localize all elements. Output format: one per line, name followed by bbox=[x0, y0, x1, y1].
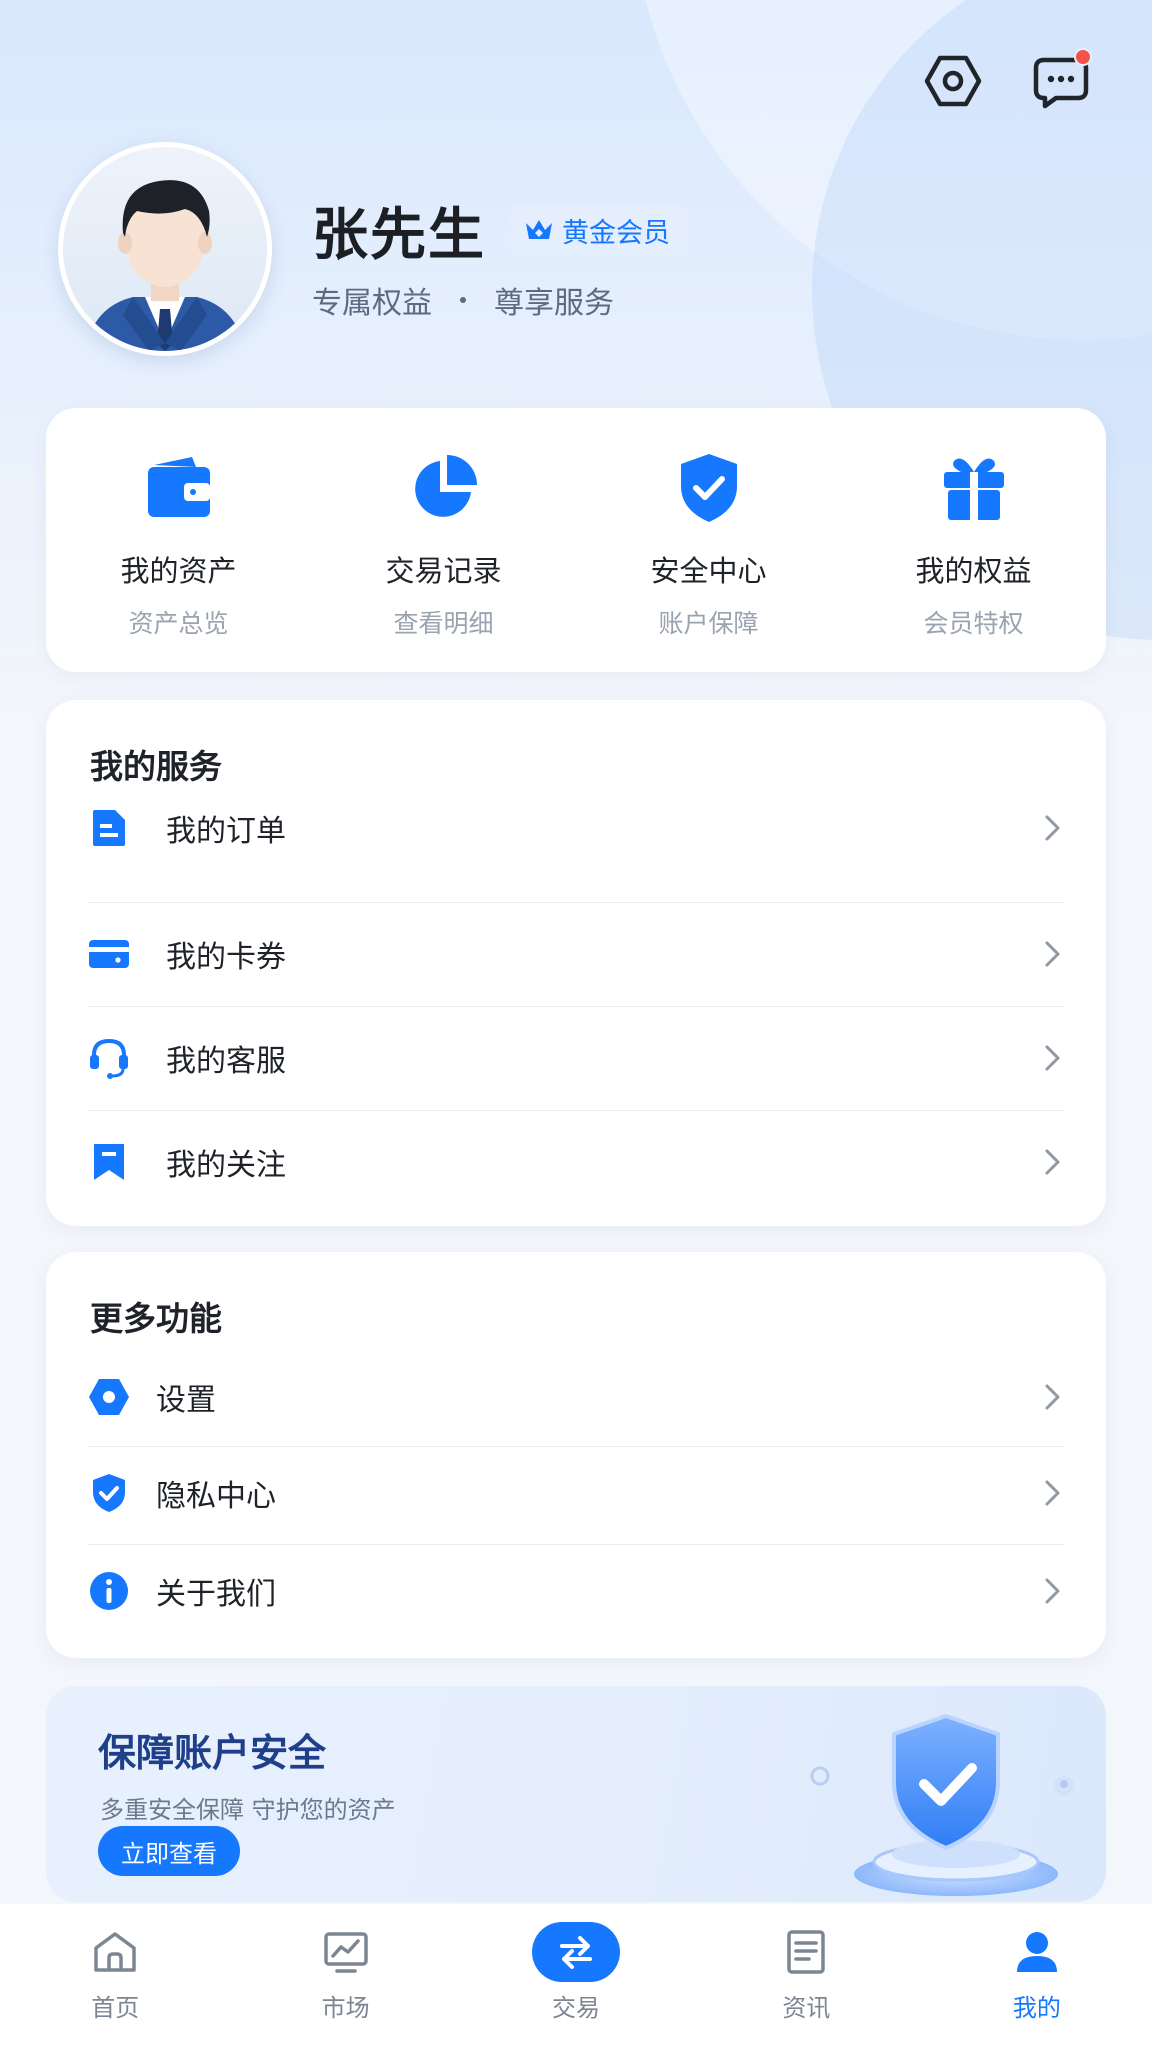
settings-hexagon-icon bbox=[924, 55, 982, 107]
nav-trade[interactable]: 交易 bbox=[461, 1904, 691, 2048]
separator-dot bbox=[460, 297, 466, 303]
quick-action-sub: 查看明细 bbox=[393, 609, 494, 638]
settings-button[interactable] bbox=[922, 50, 984, 112]
list-item-label: 我的订单 bbox=[166, 814, 286, 849]
list-item-orders[interactable]: 我的订单 bbox=[88, 792, 1064, 864]
list-item-label: 我的关注 bbox=[166, 1148, 286, 1183]
quick-action-security[interactable]: 安全中心 账户保障 bbox=[576, 408, 841, 672]
quick-action-label: 我的权益 bbox=[915, 554, 1032, 588]
crown-icon bbox=[526, 220, 552, 239]
card-icon bbox=[89, 940, 129, 968]
notification-dot bbox=[1074, 48, 1092, 66]
swap-icon bbox=[560, 1936, 593, 1969]
list-item-settings[interactable]: 设置 bbox=[88, 1362, 1064, 1432]
divider bbox=[88, 1446, 1064, 1447]
divider bbox=[88, 902, 1064, 903]
messages-button[interactable] bbox=[1030, 48, 1092, 112]
services-card: 我的服务 我的订单 我的卡券 我的客服 我的关注 bbox=[46, 700, 1106, 1226]
market-chart-icon bbox=[323, 1932, 368, 1973]
nav-home[interactable]: 首页 bbox=[0, 1904, 230, 2048]
nav-label: 市场 bbox=[321, 1994, 370, 2022]
gift-icon bbox=[943, 458, 1004, 520]
list-item-coupons[interactable]: 我的卡券 bbox=[88, 918, 1064, 990]
info-icon bbox=[90, 1572, 128, 1610]
quick-actions-card: 我的资产 资产总览 交易记录 查看明细 安全中心 账户保障 我的权益 会员特权 bbox=[46, 408, 1106, 672]
wallet-icon bbox=[147, 457, 210, 517]
subtitle-right: 尊享服务 bbox=[494, 286, 614, 321]
nav-label: 我的 bbox=[1012, 1994, 1061, 2022]
chevron-right-icon bbox=[1045, 1045, 1060, 1071]
chevron-right-icon bbox=[1045, 1578, 1060, 1604]
shield-illustration-icon bbox=[810, 1713, 1074, 1896]
list-item-about[interactable]: 关于我们 bbox=[88, 1556, 1064, 1626]
quick-action-label: 交易记录 bbox=[385, 554, 502, 588]
quick-action-benefits[interactable]: 我的权益 会员特权 bbox=[841, 408, 1106, 672]
chevron-right-icon bbox=[1045, 1384, 1060, 1410]
list-item-label: 我的卡券 bbox=[166, 940, 286, 975]
subtitle-left: 专属权益 bbox=[312, 286, 432, 321]
more-features-card: 更多功能 设置 隐私中心 关于我们 bbox=[46, 1252, 1106, 1658]
divider bbox=[88, 1006, 1064, 1007]
quick-action-label: 安全中心 bbox=[650, 554, 767, 588]
view-now-button[interactable]: 立即查看 bbox=[98, 1826, 240, 1876]
list-item-favorites[interactable]: 我的关注 bbox=[88, 1126, 1064, 1198]
shield-check-icon bbox=[680, 454, 737, 522]
divider bbox=[88, 1110, 1064, 1111]
quick-action-sub: 资产总览 bbox=[128, 609, 229, 638]
list-item-label: 我的客服 bbox=[166, 1044, 286, 1079]
bottom-navigation: 首页 市场 交易 资讯 我的 bbox=[0, 1904, 1152, 2048]
vip-badge-label: 黄金会员 bbox=[562, 217, 670, 249]
nav-label: 资讯 bbox=[782, 1994, 831, 2022]
quick-action-sub: 账户保障 bbox=[658, 609, 759, 638]
section-title: 更多功能 bbox=[90, 1299, 222, 1338]
nav-label: 首页 bbox=[91, 1994, 140, 2022]
chevron-right-icon bbox=[1045, 1149, 1060, 1175]
document-icon bbox=[93, 810, 125, 846]
headset-icon bbox=[90, 1038, 128, 1079]
list-item-privacy[interactable]: 隐私中心 bbox=[88, 1458, 1064, 1528]
chevron-right-icon bbox=[1045, 815, 1060, 841]
quick-action-transactions[interactable]: 交易记录 查看明细 bbox=[311, 408, 576, 672]
nav-news[interactable]: 资讯 bbox=[691, 1904, 921, 2048]
banner-title: 保障账户安全 bbox=[98, 1731, 327, 1775]
chevron-right-icon bbox=[1045, 1480, 1060, 1506]
vip-badge[interactable]: 黄金会员 bbox=[510, 206, 688, 254]
settings-icon bbox=[89, 1379, 129, 1415]
security-banner[interactable]: 保障账户安全 多重安全保障 守护您的资产 立即查看 bbox=[46, 1686, 1106, 1902]
quick-action-assets[interactable]: 我的资产 资产总览 bbox=[46, 408, 311, 672]
nav-label: 交易 bbox=[552, 1994, 601, 2022]
home-icon bbox=[94, 1932, 136, 1972]
list-item-label: 隐私中心 bbox=[156, 1479, 276, 1514]
privacy-shield-icon bbox=[93, 1474, 125, 1512]
list-item-support[interactable]: 我的客服 bbox=[88, 1022, 1064, 1094]
divider bbox=[88, 1544, 1064, 1545]
news-icon bbox=[787, 1930, 826, 1974]
bookmark-icon bbox=[94, 1144, 124, 1180]
banner-subtitle: 多重安全保障 守护您的资产 bbox=[100, 1796, 396, 1824]
list-item-label: 设置 bbox=[156, 1383, 216, 1418]
quick-action-label: 我的资产 bbox=[120, 554, 237, 588]
username: 张先生 bbox=[312, 203, 486, 268]
profile-subtitle: 专属权益 尊享服务 bbox=[312, 278, 614, 322]
pie-chart-icon bbox=[414, 455, 477, 517]
chevron-right-icon bbox=[1045, 941, 1060, 967]
nav-market[interactable]: 市场 bbox=[230, 1904, 460, 2048]
avatar[interactable] bbox=[58, 142, 272, 356]
quick-action-sub: 会员特权 bbox=[923, 609, 1024, 638]
nav-me[interactable]: 我的 bbox=[922, 1904, 1152, 2048]
section-title: 我的服务 bbox=[90, 747, 222, 786]
user-icon bbox=[1016, 1932, 1057, 1972]
avatar-illustration bbox=[85, 180, 245, 351]
list-item-label: 关于我们 bbox=[156, 1577, 276, 1612]
